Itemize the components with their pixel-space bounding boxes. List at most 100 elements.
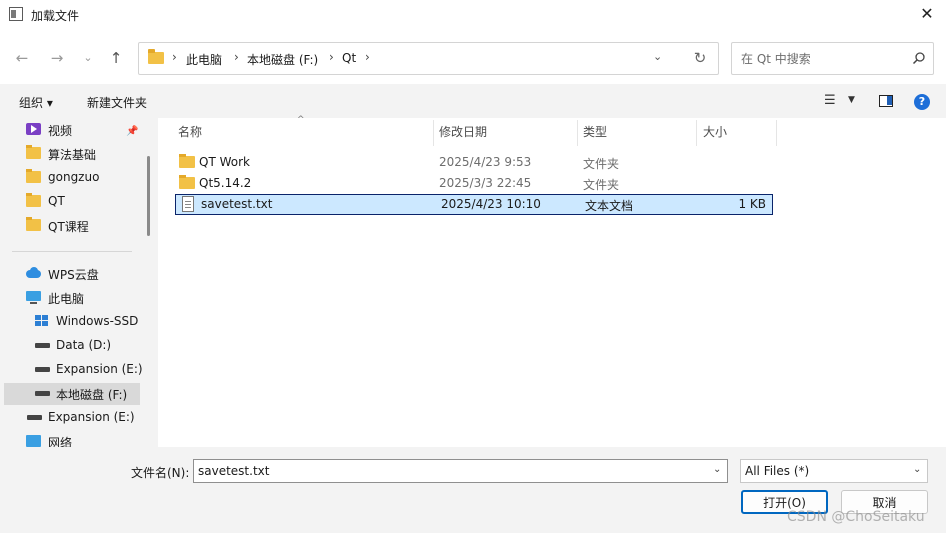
sidebar-item-expansion-e-root[interactable]: Expansion (E:) <box>4 407 140 429</box>
folder-icon <box>179 154 195 168</box>
text-file-icon <box>182 196 194 212</box>
help-button[interactable]: ? <box>914 94 930 110</box>
sidebar-divider <box>12 251 132 252</box>
new-folder-button[interactable]: 新建文件夹 <box>87 94 147 111</box>
view-options-dropdown[interactable]: ▼ <box>848 95 855 105</box>
folder-icon <box>26 193 41 207</box>
column-divider[interactable] <box>776 120 777 146</box>
sidebar-item-gongzuo[interactable]: gongzuo <box>4 167 140 189</box>
sidebar-item-windows-ssd[interactable]: Windows-SSD <box>4 311 140 333</box>
video-icon <box>26 123 41 135</box>
sidebar-item-qt-course[interactable]: QT课程 <box>4 215 140 237</box>
sidebar-item-label: gongzuo <box>48 170 100 184</box>
address-bar[interactable]: › 此电脑 › 本地磁盘 (F:) › Qt › ⌄ ↻ <box>138 42 719 75</box>
watermark: CSDN @ChoSeitaku <box>787 509 925 525</box>
help-icon: ? <box>918 95 926 108</box>
file-name: Qt5.14.2 <box>199 176 252 190</box>
sidebar-item-videos[interactable]: 视频 <box>4 119 140 141</box>
preview-pane-button[interactable] <box>879 95 893 107</box>
network-icon <box>26 435 41 447</box>
folder-icon <box>26 169 41 183</box>
search-box <box>731 42 934 75</box>
drive-icon <box>35 391 50 396</box>
drive-icon <box>35 343 50 348</box>
navigation-bar: ← → ⌄ ↑ › 此电脑 › 本地磁盘 (F:) › Qt › ⌄ ↻ <box>0 30 946 84</box>
close-icon: ✕ <box>920 4 934 23</box>
window-title: 加载文件 <box>31 9 80 23</box>
sidebar-item-network[interactable]: 网络 <box>4 431 140 447</box>
navigation-pane: 视频 📌 算法基础 gongzuo QT QT课程 WPS云盘 此电脑 Wind… <box>0 118 145 447</box>
filename-label: 文件名(N): <box>131 466 190 480</box>
sidebar-item-label: WPS云盘 <box>48 268 99 282</box>
windows-drive-icon <box>35 315 50 327</box>
folder-icon <box>148 49 164 64</box>
recent-locations-button[interactable]: ⌄ <box>76 46 100 70</box>
drive-icon <box>35 367 50 372</box>
close-button[interactable]: ✕ <box>912 3 942 27</box>
pin-icon[interactable]: 📌 <box>126 126 138 137</box>
breadcrumb-separator-icon: › <box>329 50 334 64</box>
back-button[interactable]: ← <box>10 46 34 70</box>
refresh-button[interactable]: ↻ <box>690 48 710 68</box>
sidebar-item-label: 本地磁盘 (F:) <box>56 388 128 402</box>
sidebar-item-label: QT课程 <box>48 220 89 234</box>
sidebar-item-label: 网络 <box>48 436 73 447</box>
sidebar-item-this-pc[interactable]: 此电脑 <box>4 287 140 309</box>
column-header-name[interactable]: 名称 <box>172 118 433 146</box>
arrow-right-icon: → <box>50 49 64 67</box>
filename-combobox: ⌄ <box>193 459 728 483</box>
sidebar-item-qt[interactable]: QT <box>4 191 140 213</box>
sidebar-item-algorithms[interactable]: 算法基础 <box>4 143 140 165</box>
table-row[interactable]: Qt5.14.2 2025/3/3 22:45 文件夹 <box>174 173 774 194</box>
sidebar-item-label: QT <box>48 194 65 208</box>
organize-button[interactable]: 组织 ▾ <box>19 94 53 111</box>
refresh-icon: ↻ <box>693 49 707 67</box>
filetype-select[interactable]: All Files (*) ⌄ <box>740 459 928 483</box>
breadcrumb-separator-icon: › <box>365 50 370 64</box>
list-view-icon: ☰ <box>824 93 836 108</box>
sidebar-item-label: 视频 <box>48 124 73 138</box>
file-size: 1 KB <box>738 197 766 211</box>
table-row[interactable]: QT Work 2025/4/23 9:53 文件夹 <box>174 152 774 173</box>
sidebar-item-label: Expansion (E:) <box>48 410 135 424</box>
filename-dropdown[interactable]: ⌄ <box>713 464 721 475</box>
forward-button[interactable]: → <box>45 46 69 70</box>
cloud-icon <box>26 267 41 279</box>
sidebar-item-local-disk-f[interactable]: 本地磁盘 (F:) <box>4 383 140 405</box>
sidebar-item-data-d[interactable]: Data (D:) <box>4 335 140 357</box>
table-row-selected[interactable]: savetest.txt 2025/4/23 10:10 文本文档 1 KB <box>175 194 773 215</box>
pc-icon <box>26 291 41 304</box>
breadcrumb-this-pc[interactable]: 此电脑 <box>186 51 222 68</box>
search-input[interactable] <box>732 43 912 74</box>
column-header-type[interactable]: 类型 <box>577 118 696 146</box>
view-options-button[interactable]: ☰ <box>824 93 836 108</box>
sidebar-item-wps-cloud[interactable]: WPS云盘 <box>4 263 140 285</box>
chevron-down-icon: ⌄ <box>713 464 722 475</box>
column-header-date[interactable]: 修改日期 <box>433 118 577 146</box>
sidebar-item-label: 算法基础 <box>48 148 97 162</box>
sidebar-item-label: 此电脑 <box>48 292 85 306</box>
folder-icon <box>179 175 195 189</box>
breadcrumb-drive-f[interactable]: 本地磁盘 (F:) <box>247 51 318 68</box>
sidebar-scrollbar[interactable] <box>147 156 150 236</box>
file-type: 文件夹 <box>583 157 620 171</box>
file-date: 2025/4/23 9:53 <box>439 155 532 169</box>
caret-down-icon: ▼ <box>848 95 855 105</box>
sidebar-item-label: Expansion (E:) <box>56 362 143 376</box>
address-history-dropdown[interactable]: ⌄ <box>653 50 662 63</box>
column-header-size[interactable]: 大小 <box>697 118 777 146</box>
chevron-down-icon: ⌄ <box>653 50 663 63</box>
title-bar: 加载文件 ✕ <box>0 0 946 30</box>
file-type: 文本文档 <box>585 199 634 213</box>
search-icon[interactable] <box>912 51 926 65</box>
sidebar-item-label: Data (D:) <box>56 338 112 352</box>
file-name: savetest.txt <box>201 197 273 211</box>
sidebar-item-expansion-e[interactable]: Expansion (E:) <box>4 359 143 381</box>
filename-input[interactable] <box>194 460 704 482</box>
up-button[interactable]: ↑ <box>104 46 128 70</box>
file-type: 文件夹 <box>583 178 620 192</box>
file-date: 2025/4/23 10:10 <box>441 197 541 211</box>
breadcrumb-qt[interactable]: Qt <box>342 51 356 65</box>
breadcrumb-separator-icon: › <box>234 50 239 64</box>
sidebar-item-label: Windows-SSD <box>56 314 139 328</box>
